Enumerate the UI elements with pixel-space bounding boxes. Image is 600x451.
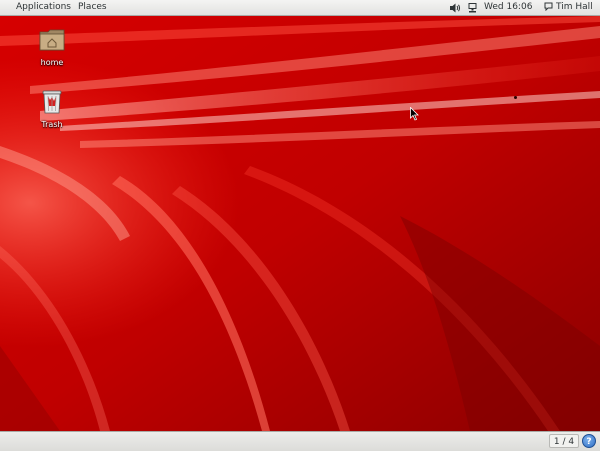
user-menu[interactable]: Tim Hall [544, 0, 593, 15]
desktop-dot [514, 96, 517, 99]
desktop-screen: Applications Places Wed 16:06 Tim Hall h… [0, 0, 600, 451]
home-folder-icon [39, 29, 65, 51]
clock[interactable]: Wed 16:06 [484, 0, 532, 15]
user-name: Tim Hall [556, 2, 593, 12]
top-panel: Applications Places Wed 16:06 Tim Hall [0, 0, 600, 16]
wallpaper [0, 16, 600, 431]
places-menu[interactable]: Places [78, 0, 107, 15]
trash-icon [42, 90, 62, 114]
help-icon[interactable]: ? [582, 434, 596, 448]
trash-desktop-icon[interactable]: Trash [27, 88, 77, 129]
desktop-area[interactable]: home Trash [0, 16, 600, 431]
applications-menu[interactable]: Applications [16, 0, 71, 15]
network-icon[interactable] [468, 3, 477, 13]
trash-label: Trash [41, 120, 63, 129]
workspace-switcher[interactable]: 1 / 4 [549, 434, 579, 448]
bottom-panel: 1 / 4 ? [0, 431, 600, 451]
home-folder-desktop-icon[interactable]: home [27, 28, 77, 67]
mouse-pointer-icon [410, 107, 419, 121]
chat-status-icon [544, 2, 553, 11]
home-label: home [40, 58, 64, 67]
volume-icon[interactable] [450, 3, 461, 13]
